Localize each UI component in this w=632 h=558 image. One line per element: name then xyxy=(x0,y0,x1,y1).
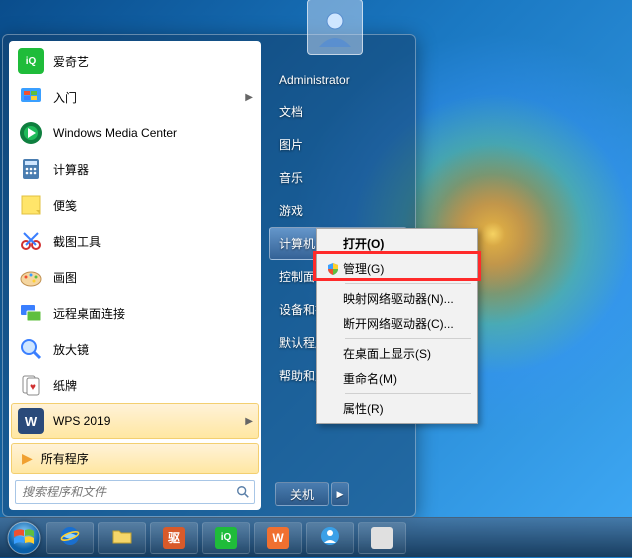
paint-icon xyxy=(17,263,45,291)
context-menu-label: 管理(G) xyxy=(343,260,384,277)
program-item-solitaire[interactable]: ♥ 纸牌 xyxy=(11,367,259,403)
program-label: 纸牌 xyxy=(53,377,77,394)
program-item-media-center[interactable]: Windows Media Center xyxy=(11,115,259,151)
context-menu-label: 在桌面上显示(S) xyxy=(343,345,431,362)
iqiyi-icon: iQ xyxy=(17,47,45,75)
context-icon-blank xyxy=(323,316,343,332)
remote-desktop-icon xyxy=(17,299,45,327)
support-app-icon xyxy=(319,525,341,550)
shutdown-button[interactable]: 关机 xyxy=(275,482,329,506)
context-menu-label: 断开网络驱动器(C)... xyxy=(343,315,454,332)
program-label: WPS 2019 xyxy=(53,414,110,428)
all-programs-button[interactable]: ▶ 所有程序 xyxy=(11,443,259,474)
taskbar: 驱 iQ W xyxy=(0,517,632,557)
all-programs-arrow-icon: ▶ xyxy=(22,450,33,467)
program-label: 爱奇艺 xyxy=(53,53,89,70)
iqiyi-icon: iQ xyxy=(215,527,237,549)
solitaire-icon: ♥ xyxy=(17,371,45,399)
chevron-right-icon: ▶ xyxy=(245,92,253,103)
wps-icon: W xyxy=(267,527,289,549)
driver-qu-icon: 驱 xyxy=(163,527,185,549)
magnifier-icon xyxy=(17,335,45,363)
svg-text:♥: ♥ xyxy=(30,382,36,393)
context-icon-blank xyxy=(323,291,343,307)
program-label: 远程桌面连接 xyxy=(53,305,125,322)
start-left-pane: iQ 爱奇艺 入门 ▶ Windows Media Center 计算器 便笺 … xyxy=(9,41,261,510)
internet-explorer-icon xyxy=(59,525,81,550)
context-menu-label: 映射网络驱动器(N)... xyxy=(343,290,454,307)
media-center-icon xyxy=(17,119,45,147)
shield-icon xyxy=(323,261,343,277)
start-button[interactable] xyxy=(4,518,44,558)
program-item-snipping-tool[interactable]: 截图工具 xyxy=(11,223,259,259)
context-menu-label: 重命名(M) xyxy=(343,370,397,387)
taskbar-button-iqiyi[interactable]: iQ xyxy=(202,522,250,554)
calculator-icon xyxy=(17,155,45,183)
start-right-item[interactable]: 文档 xyxy=(269,95,407,128)
computer-context-menu: 打开(O) 管理(G) 映射网络驱动器(N)... 断开网络驱动器(C)... … xyxy=(316,228,478,424)
program-item-iqiyi[interactable]: iQ 爱奇艺 xyxy=(11,43,259,79)
context-icon-blank xyxy=(323,236,343,252)
shutdown-row: 关机 ▶ xyxy=(269,482,407,508)
chevron-right-icon: ▶ xyxy=(337,489,344,500)
start-right-item[interactable]: 游戏 xyxy=(269,194,407,227)
disk-app-icon xyxy=(371,527,393,549)
context-menu-label: 属性(R) xyxy=(343,400,384,417)
search-box[interactable] xyxy=(15,480,255,504)
taskbar-button-driver-qu[interactable]: 驱 xyxy=(150,522,198,554)
shutdown-more-button[interactable]: ▶ xyxy=(331,482,349,506)
search-icon xyxy=(232,485,254,499)
program-label: 计算器 xyxy=(53,161,89,178)
context-menu-separator xyxy=(345,283,471,284)
program-label: 截图工具 xyxy=(53,233,101,250)
context-menu-separator xyxy=(345,393,471,394)
start-right-item[interactable]: Administrator xyxy=(269,65,407,95)
start-right-item[interactable]: 图片 xyxy=(269,128,407,161)
context-menu-item[interactable]: 属性(R) xyxy=(319,396,475,421)
program-label: 画图 xyxy=(53,269,77,286)
program-item-wps[interactable]: W WPS 2019 ▶ xyxy=(11,403,259,439)
program-item-paint[interactable]: 画图 xyxy=(11,259,259,295)
context-menu-separator xyxy=(345,338,471,339)
context-icon-blank xyxy=(323,346,343,362)
context-icon-blank xyxy=(323,371,343,387)
start-right-item[interactable]: 音乐 xyxy=(269,161,407,194)
all-programs-label: 所有程序 xyxy=(41,450,89,467)
program-label: Windows Media Center xyxy=(53,126,177,140)
program-item-magnifier[interactable]: 放大镜 xyxy=(11,331,259,367)
context-icon-blank xyxy=(323,401,343,417)
file-explorer-icon xyxy=(111,525,133,550)
program-item-calculator[interactable]: 计算器 xyxy=(11,151,259,187)
program-item-media-center-flag[interactable]: 入门 ▶ xyxy=(11,79,259,115)
user-avatar[interactable] xyxy=(307,0,363,55)
context-menu-item[interactable]: 在桌面上显示(S) xyxy=(319,341,475,366)
program-label: 入门 xyxy=(53,89,77,106)
context-menu-item[interactable]: 断开网络驱动器(C)... xyxy=(319,311,475,336)
program-label: 便笺 xyxy=(53,197,77,214)
taskbar-button-support-app[interactable] xyxy=(306,522,354,554)
program-list: iQ 爱奇艺 入门 ▶ Windows Media Center 计算器 便笺 … xyxy=(9,41,261,441)
shutdown-label: 关机 xyxy=(290,486,314,503)
context-menu-item[interactable]: 打开(O) xyxy=(319,231,475,256)
chevron-right-icon: ▶ xyxy=(245,416,253,427)
context-menu-item[interactable]: 管理(G) xyxy=(319,256,475,281)
context-menu-item[interactable]: 重命名(M) xyxy=(319,366,475,391)
context-menu-item[interactable]: 映射网络驱动器(N)... xyxy=(319,286,475,311)
taskbar-button-file-explorer[interactable] xyxy=(98,522,146,554)
sticky-notes-icon xyxy=(17,191,45,219)
taskbar-button-wps[interactable]: W xyxy=(254,522,302,554)
media-center-flag-icon xyxy=(17,83,45,111)
wps-icon: W xyxy=(17,407,45,435)
taskbar-button-internet-explorer[interactable] xyxy=(46,522,94,554)
program-item-sticky-notes[interactable]: 便笺 xyxy=(11,187,259,223)
program-label: 放大镜 xyxy=(53,341,89,358)
program-item-remote-desktop[interactable]: 远程桌面连接 xyxy=(11,295,259,331)
taskbar-button-disk-app[interactable] xyxy=(358,522,406,554)
context-menu-label: 打开(O) xyxy=(343,235,384,252)
search-input[interactable] xyxy=(16,485,232,499)
snipping-tool-icon xyxy=(17,227,45,255)
